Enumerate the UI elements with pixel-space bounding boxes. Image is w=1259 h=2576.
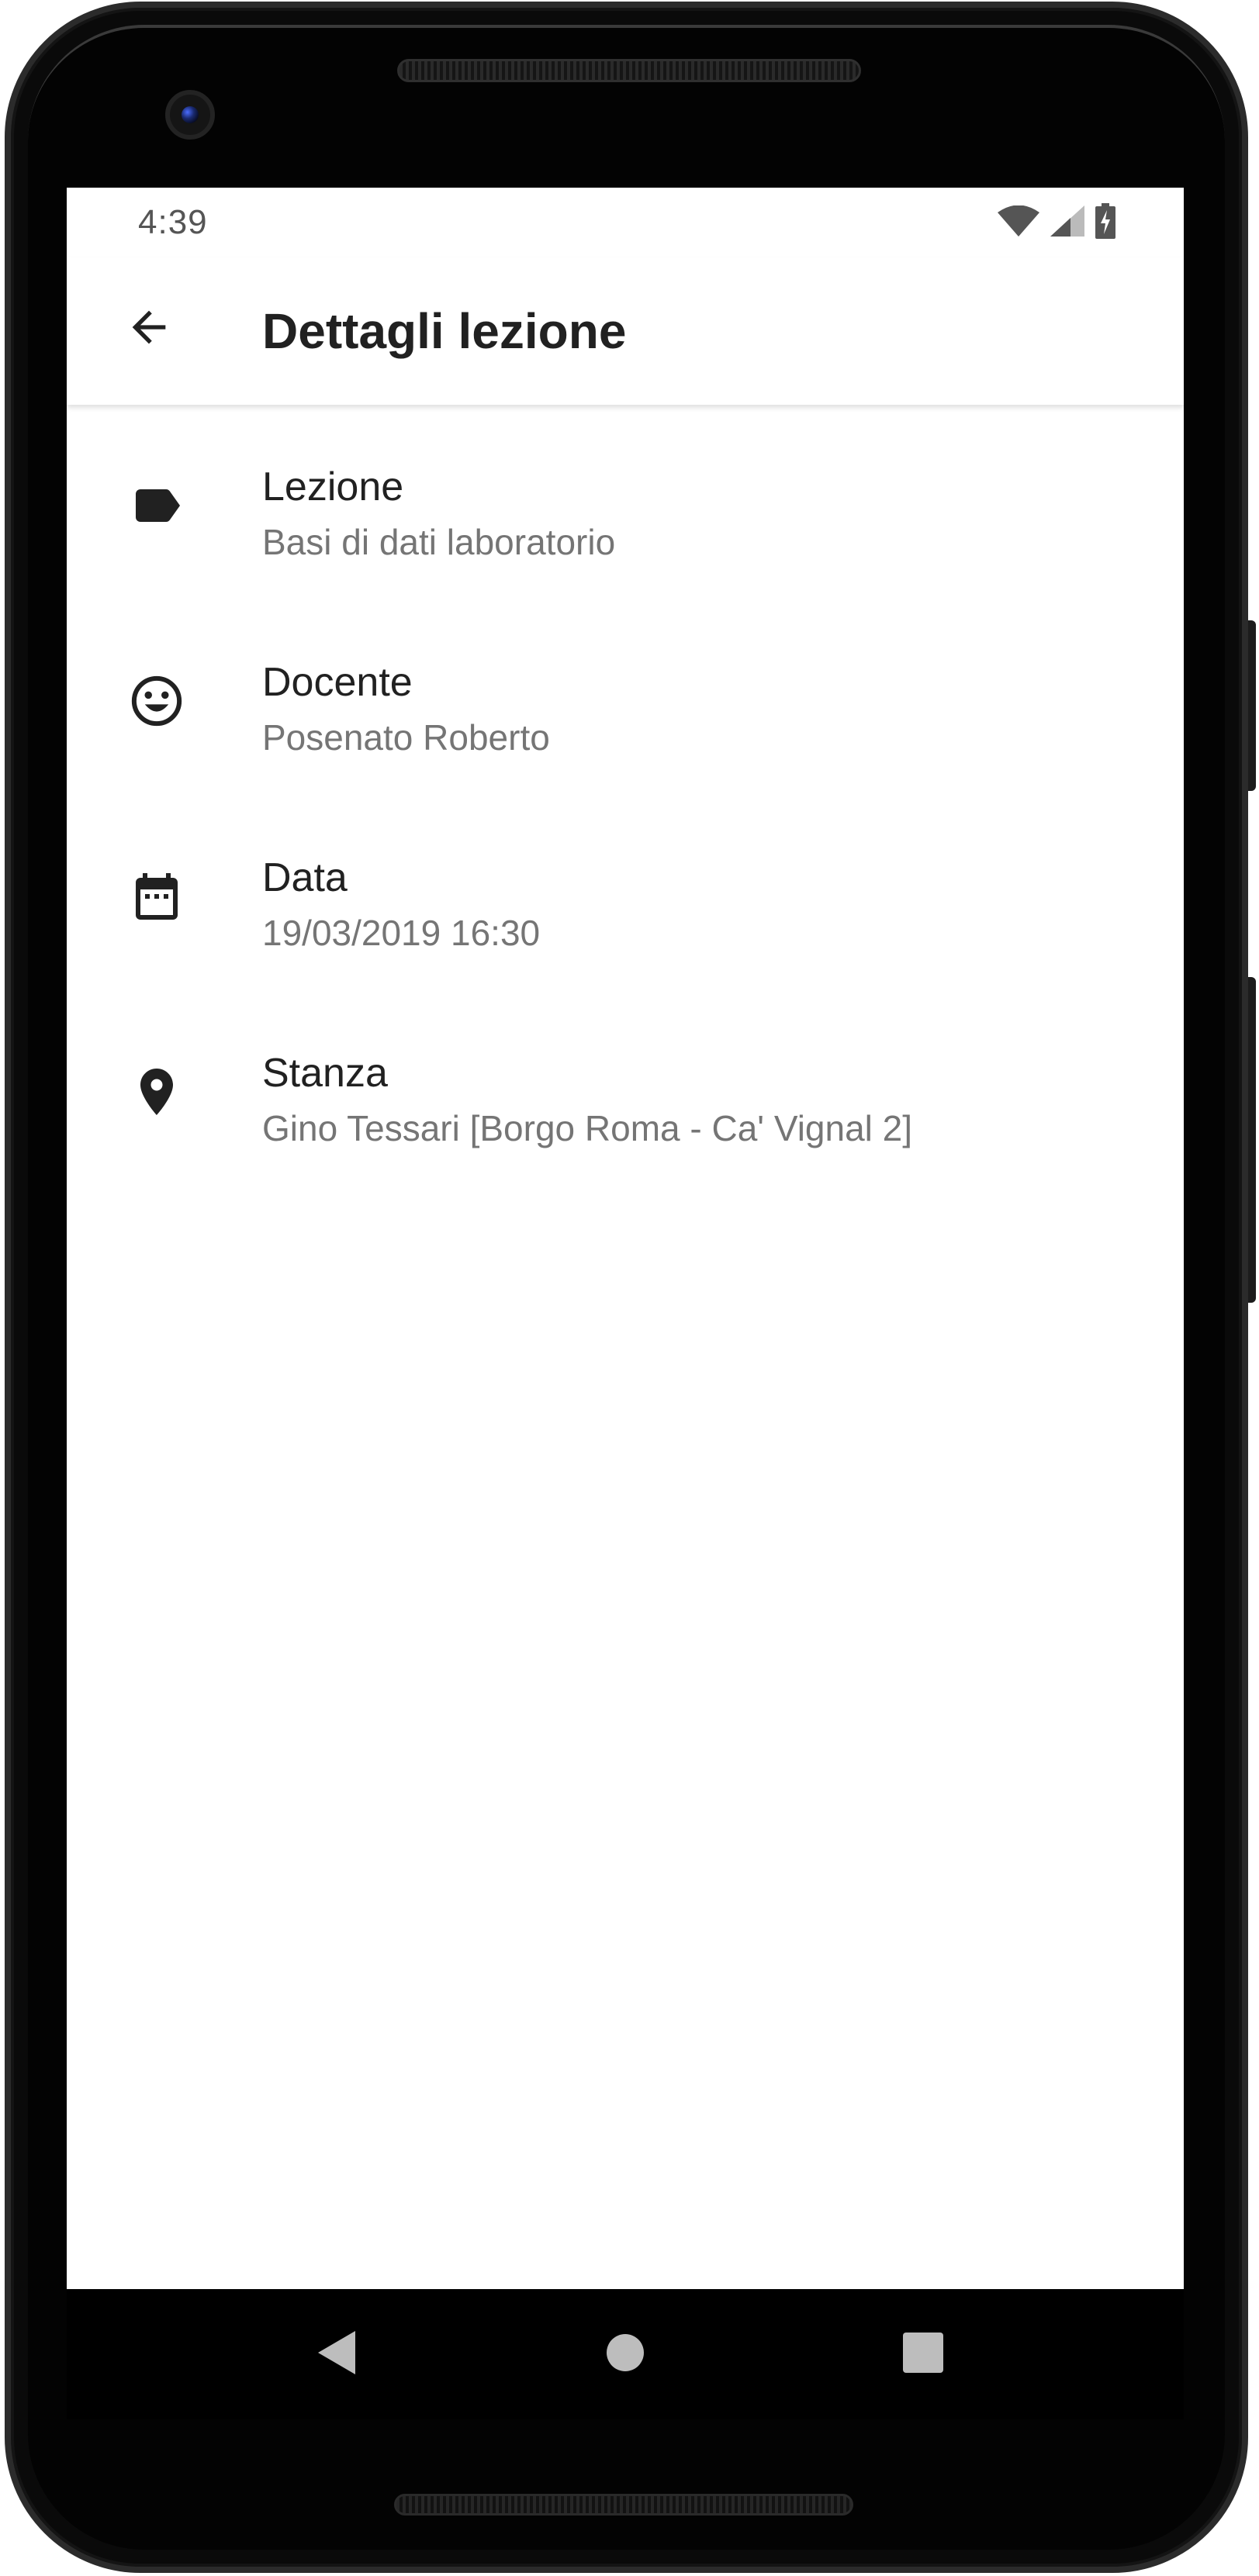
detail-row-stanza: Stanza Gino Tessari [Borgo Roma - Ca' Vi… xyxy=(67,1007,1184,1202)
detail-title: Docente xyxy=(262,660,413,705)
status-bar: 4:39 xyxy=(67,188,1184,257)
face-icon xyxy=(113,658,200,744)
location-pin-icon xyxy=(113,1048,200,1135)
detail-value: Posenato Roberto xyxy=(262,717,550,758)
screen: 4:39 Dettagli lezione Lezione Basi di da… xyxy=(67,188,1184,2289)
detail-value: Basi di dati laboratorio xyxy=(262,522,616,562)
app-bar: Dettagli lezione xyxy=(67,257,1184,405)
detail-value: 19/03/2019 16:30 xyxy=(262,913,541,953)
calendar-icon xyxy=(113,853,200,940)
detail-title: Stanza xyxy=(262,1051,388,1096)
nav-recents-button[interactable] xyxy=(881,2312,965,2396)
recents-square-icon xyxy=(901,2331,945,2378)
detail-title: Lezione xyxy=(262,464,404,509)
back-triangle-icon xyxy=(315,2329,358,2380)
front-camera xyxy=(165,90,215,140)
detail-row-lezione: Lezione Basi di dati laboratorio xyxy=(67,420,1184,616)
back-button[interactable] xyxy=(105,285,192,372)
power-button xyxy=(1248,620,1256,791)
phone-frame: 4:39 Dettagli lezione Lezione Basi di da… xyxy=(0,0,1259,2576)
status-time: 4:39 xyxy=(138,203,208,241)
detail-title: Data xyxy=(262,855,348,900)
navigation-bar xyxy=(67,2289,1184,2419)
volume-button xyxy=(1248,977,1256,1303)
signal-icon xyxy=(1050,205,1084,240)
detail-list: Lezione Basi di dati laboratorio Docente… xyxy=(67,420,1184,1202)
arrow-back-icon xyxy=(124,302,174,356)
detail-value: Gino Tessari [Borgo Roma - Ca' Vignal 2] xyxy=(262,1108,913,1148)
home-circle-icon xyxy=(605,2333,645,2377)
nav-back-button[interactable] xyxy=(295,2312,379,2396)
bottom-speaker xyxy=(394,2494,853,2516)
detail-row-data: Data 19/03/2019 16:30 xyxy=(67,811,1184,1007)
label-icon xyxy=(113,462,200,549)
nav-home-button[interactable] xyxy=(583,2312,667,2396)
battery-charging-icon xyxy=(1095,202,1115,243)
earpiece-speaker xyxy=(397,59,861,82)
wifi-icon xyxy=(998,205,1039,240)
status-icons xyxy=(998,202,1115,243)
detail-row-docente: Docente Posenato Roberto xyxy=(67,616,1184,811)
page-title: Dettagli lezione xyxy=(262,303,627,359)
